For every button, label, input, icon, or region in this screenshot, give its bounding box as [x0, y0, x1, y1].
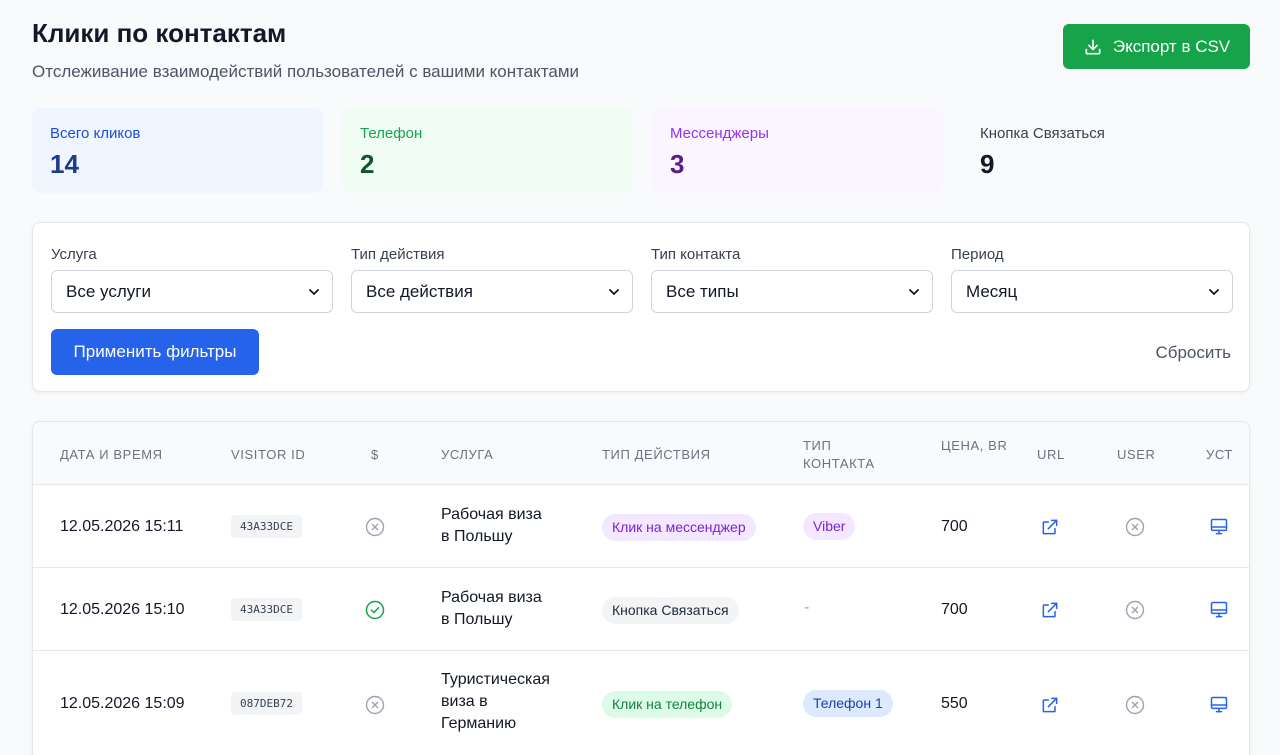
row-datetime: 12.05.2026 15:10	[60, 601, 185, 618]
export-csv-button[interactable]: Экспорт в CSV	[1063, 24, 1250, 69]
visitor-id-badge: 087DEB72	[231, 692, 302, 715]
row-service: Рабочая виза в Польшу	[441, 504, 542, 548]
desktop-icon	[1210, 696, 1228, 713]
service-line: в Польшу	[441, 611, 513, 628]
stat-card-phone: Телефон 2	[342, 108, 633, 193]
action-type-select[interactable]: Все действия	[351, 270, 633, 313]
service-line: виза в	[441, 693, 488, 710]
action-type-badge: Кнопка Связаться	[602, 597, 739, 624]
table-header: Дата и время Visitor ID $ Услуга Тип дей…	[33, 422, 1249, 485]
row-service: Рабочая виза в Польшу	[441, 587, 542, 631]
row-price: 700	[941, 518, 968, 535]
external-link-icon[interactable]	[1040, 695, 1060, 715]
service-line: Рабочая виза	[441, 506, 542, 523]
service-line: Рабочая виза	[441, 589, 542, 606]
apply-filters-button[interactable]: Применить фильтры	[51, 329, 259, 375]
stat-card-total: Всего кликов 14	[32, 108, 323, 193]
contact-type-select[interactable]: Все типы	[651, 270, 933, 313]
stats-row: Всего кликов 14 Телефон 2 Мессенджеры 3 …	[32, 108, 1253, 193]
row-service: Туристическая виза в Германию	[441, 669, 550, 735]
column-header-device: Уст	[1206, 447, 1233, 462]
column-header-user: User	[1117, 447, 1156, 462]
select-value: Все услуги	[66, 281, 151, 301]
x-circle-icon	[365, 517, 385, 537]
stat-label: Кнопка Связаться	[980, 125, 1105, 142]
column-header-service: Услуга	[441, 447, 494, 462]
filter-service: Услуга Все услуги	[51, 245, 333, 313]
stat-value: 14	[50, 149, 79, 179]
column-header-action-type: Тип действия	[602, 447, 711, 462]
column-header-price: Цена, BR	[941, 438, 1008, 453]
row-datetime: 12.05.2026 15:11	[60, 518, 184, 535]
action-type-badge: Клик на телефон	[602, 691, 733, 718]
stat-value: 9	[980, 149, 995, 179]
column-header-paid: $	[371, 447, 379, 462]
chevron-down-icon	[309, 288, 319, 295]
table-row: 12.05.2026 15:09 087DEB72 Туристическая …	[33, 651, 1249, 755]
column-header-url: URL	[1037, 447, 1065, 462]
x-circle-icon	[1125, 517, 1145, 537]
page-title: Клики по контактам	[32, 18, 287, 48]
action-type-badge: Клик на мессенджер	[602, 514, 756, 541]
x-circle-icon	[1125, 600, 1145, 620]
chevron-down-icon	[1209, 288, 1219, 295]
filter-label: Тип контакта	[651, 246, 741, 263]
service-select[interactable]: Все услуги	[51, 270, 333, 313]
chevron-down-icon	[609, 288, 619, 295]
select-value: Все типы	[666, 281, 739, 301]
column-header-visitor-id: Visitor ID	[231, 447, 306, 462]
filter-action-type: Тип действия Все действия	[351, 245, 633, 313]
clicks-table: Дата и время Visitor ID $ Услуга Тип дей…	[32, 421, 1250, 755]
filters-panel: Услуга Все услуги Тип действия Все дейст…	[32, 222, 1250, 392]
visitor-id-badge: 43A33DCE	[231, 515, 302, 538]
row-price: 550	[941, 695, 968, 712]
row-datetime: 12.05.2026 15:09	[60, 695, 185, 712]
stat-label: Телефон	[360, 125, 423, 142]
export-csv-label: Экспорт в CSV	[1112, 36, 1231, 56]
visitor-id-badge: 43A33DCE	[231, 598, 302, 621]
contact-type-badge: Viber	[803, 513, 856, 540]
filter-period: Период Месяц	[951, 245, 1233, 313]
filter-contact-type: Тип контакта Все типы	[651, 245, 933, 313]
stat-card-messengers: Мессенджеры 3	[652, 108, 943, 193]
page-header: Клики по контактам Отслеживание взаимоде…	[32, 16, 579, 84]
stat-label: Мессенджеры	[670, 125, 769, 142]
download-icon	[1085, 39, 1101, 55]
external-link-icon[interactable]	[1040, 600, 1060, 620]
period-select[interactable]: Месяц	[951, 270, 1233, 313]
table-row: 12.05.2026 15:11 43A33DCE Рабочая виза в…	[33, 485, 1249, 568]
select-value: Все действия	[366, 281, 473, 301]
table-row: 12.05.2026 15:10 43A33DCE Рабочая виза в…	[33, 568, 1249, 651]
column-header-contact-type: Тип контакта	[803, 438, 875, 471]
filter-label: Тип действия	[351, 246, 445, 263]
service-line: Германию	[441, 715, 517, 732]
external-link-icon[interactable]	[1040, 517, 1060, 537]
row-price: 700	[941, 601, 968, 618]
filter-label: Услуга	[51, 246, 97, 263]
column-header-datetime: Дата и время	[60, 447, 163, 462]
reset-filters-link[interactable]: Сбросить	[1155, 343, 1231, 363]
select-value: Месяц	[966, 281, 1018, 301]
stat-value: 2	[360, 149, 375, 179]
chevron-down-icon	[909, 288, 919, 295]
service-line: Туристическая	[441, 671, 550, 688]
check-circle-icon	[365, 600, 385, 620]
stat-label: Всего кликов	[50, 125, 141, 142]
contact-type-empty: -	[804, 599, 810, 616]
desktop-icon	[1210, 518, 1228, 535]
stat-value: 3	[670, 149, 685, 179]
x-circle-icon	[365, 695, 385, 715]
filter-label: Период	[951, 246, 1004, 263]
service-line: в Польшу	[441, 528, 513, 545]
stat-card-contact-button: Кнопка Связаться 9	[962, 108, 1253, 193]
contact-type-badge: Телефон 1	[803, 690, 893, 717]
desktop-icon	[1210, 601, 1228, 618]
page-subtitle: Отслеживание взаимодействий пользователе…	[32, 62, 580, 81]
x-circle-icon	[1125, 695, 1145, 715]
